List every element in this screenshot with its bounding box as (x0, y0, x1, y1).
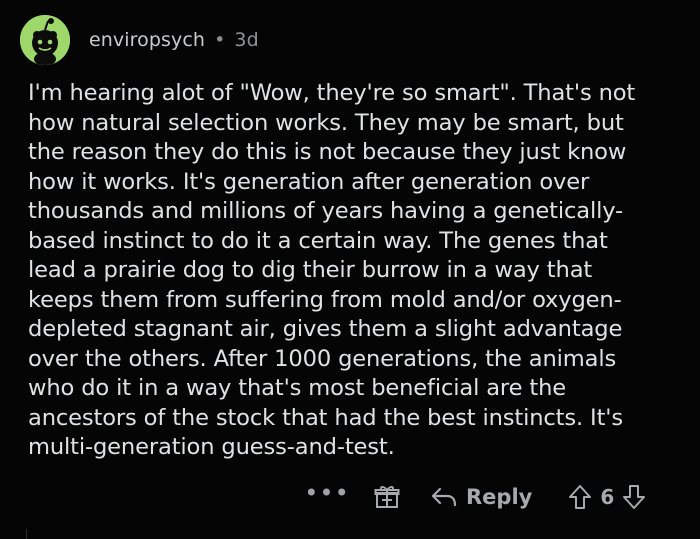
award-button[interactable] (372, 484, 402, 510)
gift-icon (374, 486, 400, 508)
downvote-button[interactable] (622, 484, 646, 510)
upvote-icon (569, 485, 592, 509)
thread-line (26, 529, 27, 539)
comment-actions: ••• Reply 6 (304, 478, 646, 516)
comment-header: enviropsych • 3d (20, 14, 259, 66)
username[interactable]: enviropsych (89, 29, 205, 51)
reply-button[interactable]: Reply (430, 485, 532, 509)
upvote-button[interactable] (568, 484, 592, 510)
vote-count: 6 (600, 485, 615, 509)
reply-arrow-icon (431, 487, 457, 507)
comment: enviropsych • 3d I'm hearing alot of "Wo… (0, 0, 700, 539)
avatar[interactable] (20, 15, 70, 65)
comment-meta: enviropsych • 3d (89, 29, 259, 51)
comment-age: 3d (234, 29, 259, 51)
meta-separator: • (214, 29, 226, 51)
vote-controls: 6 (568, 484, 646, 510)
comment-body: I'm hearing alot of "Wow, they're so sma… (28, 80, 636, 460)
downvote-icon (623, 485, 646, 509)
reddit-snoo-icon (20, 15, 70, 65)
reply-label: Reply (466, 485, 533, 509)
more-options-button[interactable]: ••• (304, 479, 348, 507)
